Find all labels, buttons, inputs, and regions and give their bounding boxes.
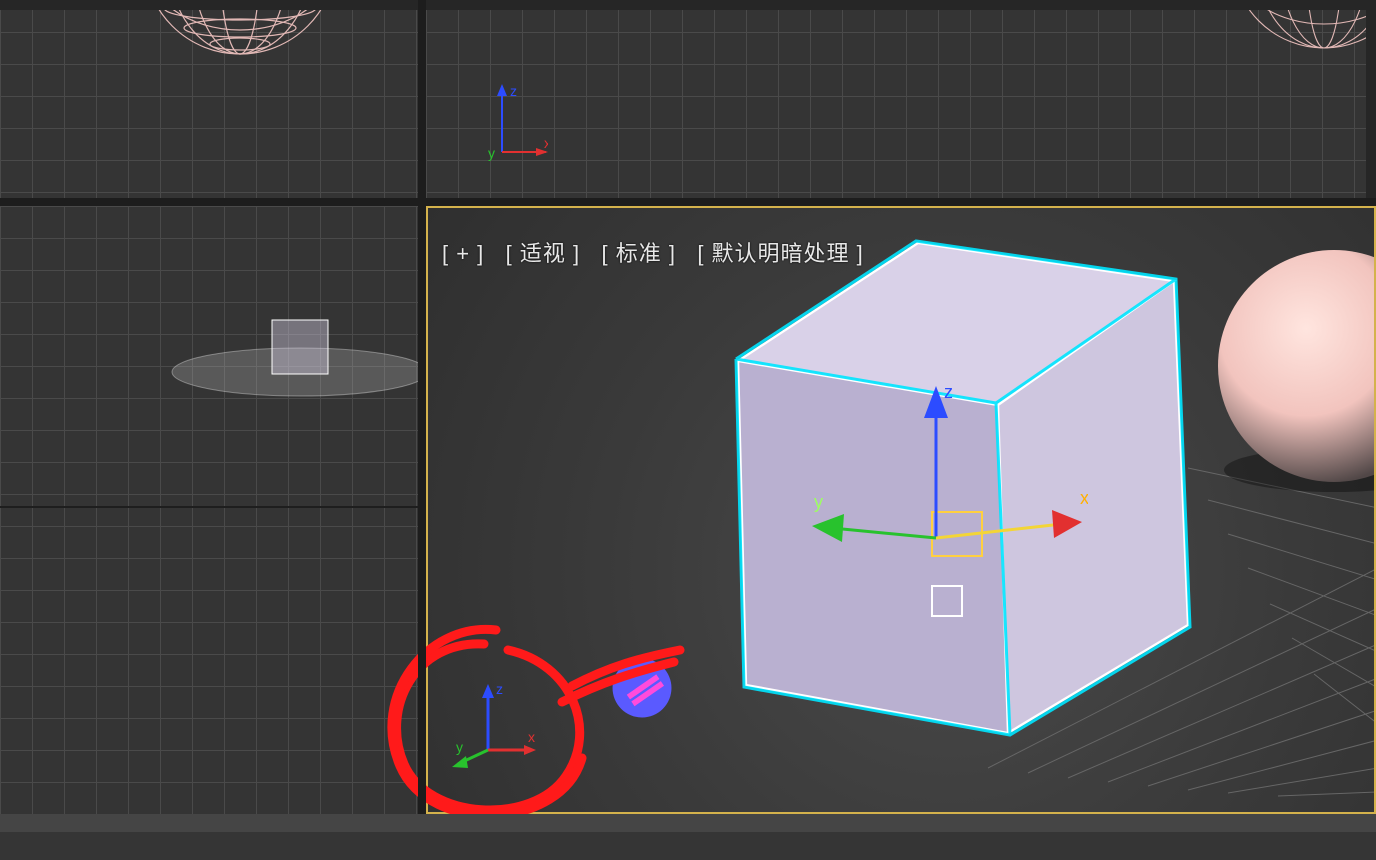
axis-indicator-icon: z y x <box>468 78 548 168</box>
viewport-border-icon <box>1366 0 1376 198</box>
viewport-label-mode[interactable]: [ 默认明暗处理 ] <box>697 241 863 266</box>
svg-text:z: z <box>944 382 953 402</box>
viewport-top-left[interactable] <box>0 0 418 198</box>
viewport-layout: z y x <box>0 0 1376 860</box>
svg-text:y: y <box>814 492 823 512</box>
viewport-splitter-horizontal[interactable] <box>0 198 1376 206</box>
viewport-bottom-left[interactable] <box>0 206 418 814</box>
timeline-bar[interactable] <box>0 814 1376 860</box>
svg-text:z: z <box>510 83 517 99</box>
svg-text:x: x <box>1080 488 1088 508</box>
scene-thumbnail-icon <box>150 286 418 426</box>
viewport-splitter-vertical[interactable] <box>418 0 426 814</box>
viewport-top-right[interactable]: z y x <box>426 0 1376 198</box>
transform-gizmo-icon[interactable]: z x y <box>788 378 1088 638</box>
viewport-perspective-active[interactable]: z x y [ + ] <box>426 206 1376 814</box>
viewport-label-shading[interactable]: [ 标准 ] <box>602 241 676 266</box>
svg-text:x: x <box>544 135 548 151</box>
viewport-label-view[interactable]: [ 适视 ] <box>506 241 580 266</box>
viewport-divider-icon <box>0 506 418 508</box>
sphere-wireframe-icon <box>140 0 340 68</box>
viewport-label-plus[interactable]: [ + ] <box>442 241 484 266</box>
viewport-border-icon <box>0 0 418 10</box>
viewcube-ball-icon[interactable] <box>608 654 676 722</box>
viewport-border-icon <box>426 0 1376 10</box>
viewport-label[interactable]: [ + ] [ 适视 ] [ 标准 ] [ 默认明暗处理 ] <box>442 236 864 268</box>
svg-text:y: y <box>488 145 495 161</box>
sphere-object-icon <box>1184 238 1376 498</box>
